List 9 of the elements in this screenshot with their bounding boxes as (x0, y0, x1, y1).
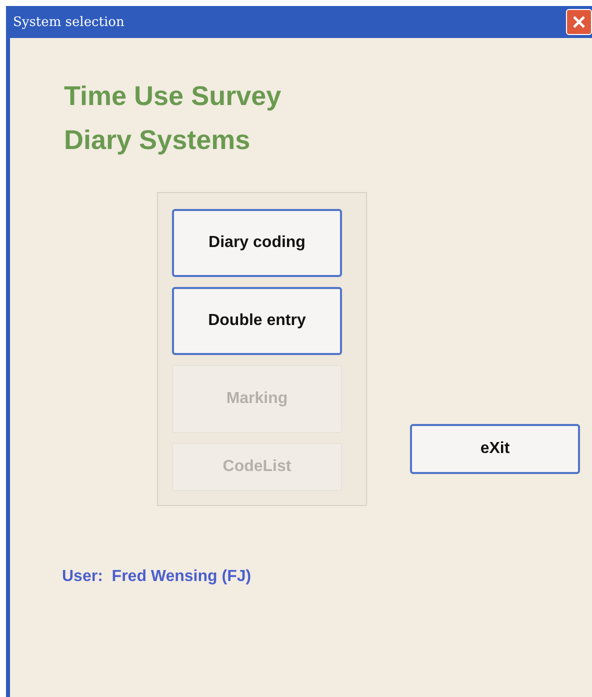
exit-button[interactable]: eXit (410, 424, 580, 474)
menu-button[interactable]: Diary coding (172, 209, 342, 277)
user-label: User: Fred Wensing (FJ) (62, 568, 252, 586)
close-icon (572, 15, 586, 29)
window-title: System selection (13, 14, 124, 30)
heading-text: Diary Systems (64, 124, 252, 157)
close-button[interactable] (566, 9, 592, 35)
heading-text: Time Use Survey (64, 80, 282, 113)
menu-button[interactable]: Double entry (172, 287, 342, 355)
